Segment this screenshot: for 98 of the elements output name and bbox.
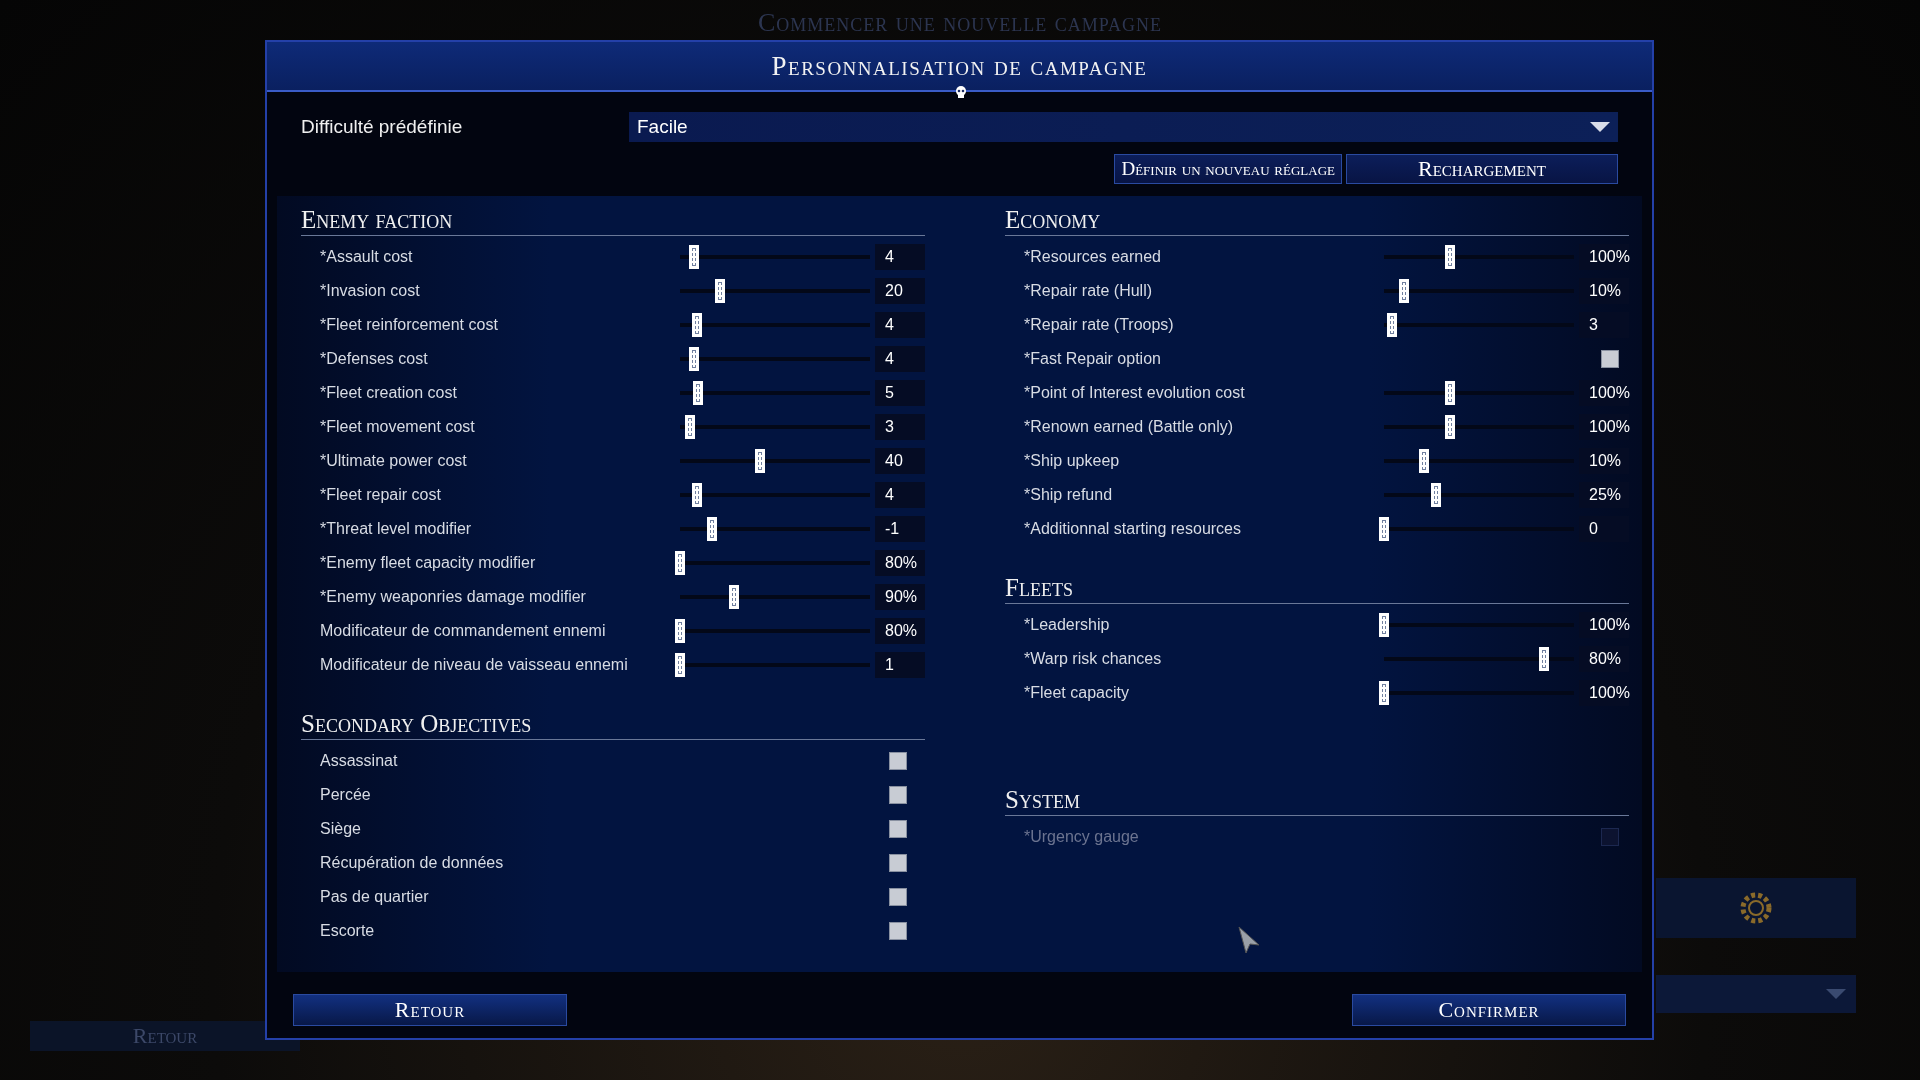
setting-label: *Repair rate (Hull) xyxy=(1024,282,1154,300)
dialog-title: Personnalisation de campagne xyxy=(771,50,1148,82)
slider-thumb[interactable] xyxy=(685,415,695,439)
slider-thumb[interactable] xyxy=(1379,613,1389,637)
slider-thumb[interactable] xyxy=(715,279,725,303)
setting-label: Escorte xyxy=(320,922,376,940)
setting-label: *Threat level modifier xyxy=(320,520,473,538)
slider-thumb[interactable] xyxy=(707,517,717,541)
slider-thumb[interactable] xyxy=(1539,647,1549,671)
setting-label: *Invasion cost xyxy=(320,282,421,300)
value-readout: 40 xyxy=(875,448,925,474)
value-readout: 20 xyxy=(875,278,925,304)
setting-label: *Defenses cost xyxy=(320,350,429,368)
setting-label: *Assault cost xyxy=(320,248,414,266)
slider-thumb[interactable] xyxy=(755,449,765,473)
slider-thumb[interactable] xyxy=(1431,483,1441,507)
section-title: Enemy faction xyxy=(301,206,925,236)
value-readout: 4 xyxy=(875,346,925,372)
value-readout: 5 xyxy=(875,380,925,406)
caret-icon xyxy=(1590,122,1610,132)
value-readout: 4 xyxy=(875,312,925,338)
confirm-button[interactable]: Confirmer xyxy=(1352,994,1626,1026)
slider-thumb[interactable] xyxy=(692,483,702,507)
difficulty-dropdown[interactable]: Facile xyxy=(629,112,1618,142)
setting-label: *Fleet creation cost xyxy=(320,384,458,402)
slider-thumb[interactable] xyxy=(1445,245,1455,269)
setting-label: *Repair rate (Troops) xyxy=(1024,316,1175,334)
checkbox[interactable] xyxy=(1601,350,1619,368)
checkbox[interactable] xyxy=(889,922,907,940)
preset-button[interactable]: Rechargement xyxy=(1346,154,1618,184)
slider-thumb[interactable] xyxy=(1387,313,1397,337)
value-readout: 80% xyxy=(875,618,925,644)
value-readout: 3 xyxy=(875,414,925,440)
setting-label: *Urgency gauge xyxy=(1024,828,1140,846)
value-readout: 1 xyxy=(875,652,925,678)
slider-thumb[interactable] xyxy=(1445,381,1455,405)
setting-label: Siège xyxy=(320,820,362,838)
setting-label: *Warp risk chances xyxy=(1024,650,1163,668)
setting-label: *Point of Interest evolution cost xyxy=(1024,384,1246,402)
setting-label: *Resources earned xyxy=(1024,248,1162,266)
slider-thumb[interactable] xyxy=(1419,449,1429,473)
checkbox[interactable] xyxy=(889,820,907,838)
value-readout: 100% xyxy=(1579,414,1629,440)
section-title: Economy xyxy=(1005,206,1629,236)
preset-label: Difficulté prédéfinie xyxy=(301,116,464,138)
back-button[interactable]: Retour xyxy=(293,994,567,1026)
value-readout: 100% xyxy=(1579,380,1629,406)
setting-label: *Ship upkeep xyxy=(1024,452,1121,470)
setting-label: Assassinat xyxy=(320,752,399,770)
setting-label: Modificateur de commandement ennemi xyxy=(320,622,607,640)
slider-thumb[interactable] xyxy=(693,381,703,405)
background-title: Commencer une nouvelle campagne xyxy=(756,8,1164,38)
checkbox[interactable] xyxy=(889,786,907,804)
checkbox[interactable] xyxy=(889,888,907,906)
checkbox[interactable] xyxy=(889,752,907,770)
slider-thumb[interactable] xyxy=(689,245,699,269)
value-readout: 100% xyxy=(1579,680,1629,706)
value-readout: 4 xyxy=(875,482,925,508)
value-readout: 4 xyxy=(875,244,925,270)
setting-label: *Leadership xyxy=(1024,616,1111,634)
setting-label: *Fleet reinforcement cost xyxy=(320,316,499,334)
checkbox[interactable] xyxy=(889,854,907,872)
setting-label: *Fast Repair option xyxy=(1024,350,1162,368)
value-readout: 90% xyxy=(875,584,925,610)
slider-thumb[interactable] xyxy=(1445,415,1455,439)
slider-thumb[interactable] xyxy=(1379,681,1389,705)
setting-label: Modificateur de niveau de vaisseau ennemi xyxy=(320,656,629,674)
setting-label: *Fleet movement cost xyxy=(320,418,476,436)
slider-thumb[interactable] xyxy=(1379,517,1389,541)
value-readout: -1 xyxy=(875,516,925,542)
setting-label: *Additionnal starting resources xyxy=(1024,520,1242,538)
slider-thumb[interactable] xyxy=(675,653,685,677)
preset-button[interactable]: Définir un nouveau réglage xyxy=(1114,154,1342,184)
value-readout: 100% xyxy=(1579,244,1629,270)
setting-label: *Enemy weaponries damage modifier xyxy=(320,588,587,606)
slider-thumb[interactable] xyxy=(1399,279,1409,303)
caret-icon xyxy=(1826,989,1846,999)
cursor-icon xyxy=(1238,926,1260,954)
setting-label: Percée xyxy=(320,786,372,804)
setting-label: Récupération de données xyxy=(320,854,505,872)
section-title: Fleets xyxy=(1005,574,1629,604)
slider-thumb[interactable] xyxy=(675,619,685,643)
slider-thumb[interactable] xyxy=(729,585,739,609)
setting-label: *Enemy fleet capacity modifier xyxy=(320,554,537,572)
slider-thumb[interactable] xyxy=(692,313,702,337)
setting-label: *Fleet capacity xyxy=(1024,684,1130,702)
skull-icon xyxy=(955,86,967,98)
setting-label: *Fleet repair cost xyxy=(320,486,442,504)
setting-label: *Ship refund xyxy=(1024,486,1114,504)
value-readout: 80% xyxy=(875,550,925,576)
setting-label: Pas de quartier xyxy=(320,888,430,906)
setting-label: *Ultimate power cost xyxy=(320,452,468,470)
section-title: System xyxy=(1005,786,1629,816)
slider-thumb[interactable] xyxy=(675,551,685,575)
setting-label: *Renown earned (Battle only) xyxy=(1024,418,1234,436)
value-readout: 100% xyxy=(1579,612,1629,638)
slider-thumb[interactable] xyxy=(689,347,699,371)
section-title: Secondary Objectives xyxy=(301,710,925,740)
